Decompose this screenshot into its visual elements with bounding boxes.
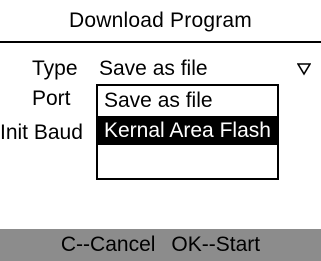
title-divider xyxy=(0,41,321,43)
dropdown-triangle-icon[interactable] xyxy=(297,62,311,76)
start-button[interactable]: OK--Start xyxy=(171,233,260,257)
type-select[interactable]: Save as file xyxy=(97,54,311,84)
option-save-as-file[interactable]: Save as file xyxy=(98,86,277,115)
footer-bar: C--Cancel OK--Start xyxy=(0,229,321,261)
window-title: Download Program xyxy=(69,8,252,32)
type-select-value: Save as file xyxy=(99,57,208,80)
type-dropdown-list: Save as file Kernal Area Flash xyxy=(96,84,279,180)
cancel-button[interactable]: C--Cancel xyxy=(61,233,156,257)
option-kernal-area-flash[interactable]: Kernal Area Flash xyxy=(98,116,277,145)
init-baud-label: Init Baud xyxy=(0,121,83,144)
download-program-screen: Download Program Type Port Init Baud Sav… xyxy=(0,0,321,261)
port-label: Port xyxy=(32,87,71,110)
type-label: Type xyxy=(32,57,78,80)
